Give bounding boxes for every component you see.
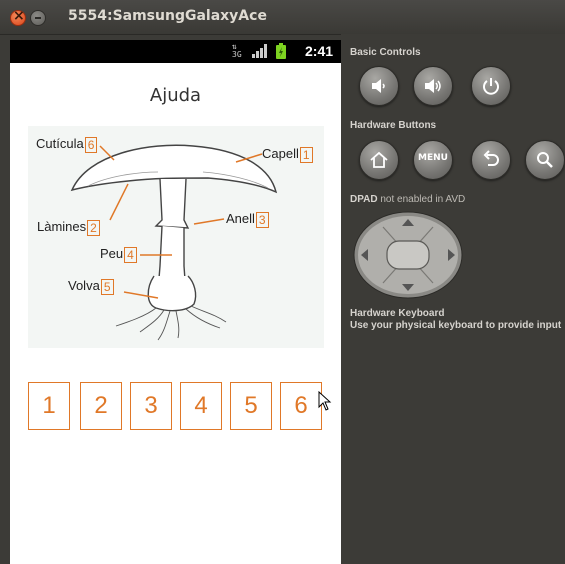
- battery-icon: [276, 43, 286, 59]
- diagram-label-stem: Peu 4: [100, 246, 137, 263]
- mouse-pointer-icon: [318, 391, 332, 411]
- menu-button-label: MENU: [418, 153, 448, 163]
- mushroom-diagram: Cutícula 6 Capell 1 Làmines 2 Anell 3 Peu 4 V…: [28, 126, 324, 348]
- power-icon: [483, 78, 499, 95]
- answer-button-4[interactable]: 4: [180, 382, 222, 430]
- hardware-buttons-heading: Hardware Buttons: [350, 120, 437, 131]
- window-titlebar: 5554:SamsungGalaxyAce: [0, 0, 565, 35]
- diagram-label-volva: Volva 5: [68, 278, 114, 295]
- back-button[interactable]: [471, 140, 511, 180]
- dpad-heading: DPAD not enabled in AVD: [350, 194, 466, 205]
- menu-button[interactable]: MENU: [413, 140, 453, 180]
- window-title: 5554:SamsungGalaxyAce: [68, 8, 267, 24]
- answer-button-2[interactable]: 2: [80, 382, 122, 430]
- page-title: Ajuda: [149, 85, 202, 106]
- basic-controls-heading: Basic Controls: [350, 47, 421, 58]
- answer-buttons: 1 2 3 4 5 6: [28, 382, 328, 430]
- power-button[interactable]: [471, 66, 511, 106]
- signal-icon: [252, 44, 267, 58]
- status-time: 2:41: [305, 43, 334, 59]
- home-icon: [370, 151, 388, 168]
- answer-button-1[interactable]: 1: [28, 382, 70, 430]
- answer-button-6[interactable]: 6: [280, 382, 322, 430]
- minimize-window-button[interactable]: [30, 10, 46, 26]
- volume-down-icon: [372, 79, 385, 93]
- search-button[interactable]: [525, 140, 565, 180]
- status-bar: ⇅ 3G 2:41: [10, 40, 341, 63]
- volume-up-button[interactable]: [413, 66, 453, 106]
- diagram-label-cap: Capell 1: [262, 146, 313, 163]
- diagram-label-ring: Anell 3: [226, 211, 269, 228]
- dpad-control[interactable]: [353, 211, 463, 299]
- hardware-keyboard-note: Use your physical keyboard to provide in…: [350, 320, 562, 331]
- diagram-label-gills: Làmines 2: [37, 219, 100, 236]
- close-window-button[interactable]: [10, 8, 26, 26]
- answer-button-3[interactable]: 3: [130, 382, 172, 430]
- phone-screen: ⇅ 3G 2:41 Ajuda Cutícula 6 Capell 1 Làmi…: [10, 40, 341, 564]
- answer-button-5[interactable]: 5: [230, 382, 272, 430]
- hardware-keyboard-heading: Hardware Keyboard: [350, 308, 445, 319]
- back-icon: [483, 150, 499, 166]
- data-indicator-icon: ⇅ 3G: [232, 42, 242, 59]
- emulator-control-panel: Basic Controls Hardware Buttons MENU DPA…: [341, 34, 565, 564]
- diagram-label-cuticle: Cutícula 6: [36, 136, 98, 153]
- home-button[interactable]: [359, 140, 399, 180]
- volume-down-button[interactable]: [359, 66, 399, 106]
- search-icon: [537, 152, 553, 168]
- volume-up-icon: [425, 79, 441, 93]
